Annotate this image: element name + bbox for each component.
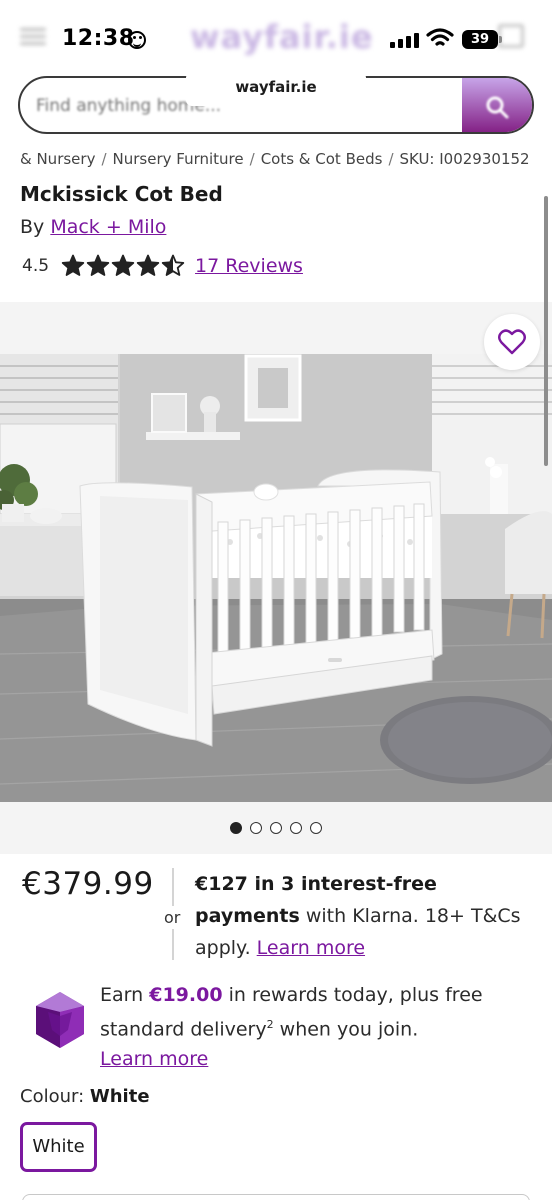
reviews-link[interactable]: 17 Reviews — [195, 255, 303, 277]
search-button[interactable] — [462, 78, 532, 132]
rewards-amount: €19.00 — [149, 984, 223, 1006]
rewards-footnote: 2 — [266, 1018, 274, 1031]
url-bar[interactable]: wayfair.ie — [186, 72, 366, 106]
gallery-dot[interactable] — [270, 822, 282, 834]
or-label: or — [164, 906, 181, 929]
wifi-icon — [426, 28, 454, 46]
scrollbar[interactable] — [544, 196, 548, 466]
gallery-dot[interactable] — [230, 822, 242, 834]
klarna-amount: €127 in 3 interest-free — [195, 873, 437, 895]
gallery-pagination — [230, 822, 322, 834]
rewards-learn-more-link[interactable]: Learn more — [100, 1048, 208, 1070]
breadcrumb-item[interactable]: Nursery Furniture — [113, 150, 244, 168]
smiley-icon — [128, 31, 146, 49]
gallery-dot[interactable] — [310, 822, 322, 834]
star-rating — [61, 254, 185, 278]
colour-label: Colour: White — [20, 1086, 150, 1107]
star-full-icon — [111, 254, 135, 276]
breadcrumb-item[interactable]: & Nursery — [20, 150, 95, 168]
by-label: By — [20, 216, 45, 238]
sku-label: SKU: I002930152 — [399, 150, 530, 168]
colour-option-white[interactable]: White — [20, 1122, 97, 1172]
signal-icon — [390, 32, 420, 48]
star-half-icon — [161, 254, 185, 276]
colour-label-text: Colour: — [20, 1086, 85, 1107]
star-full-icon — [136, 254, 160, 276]
breadcrumb: & Nursery / Nursery Furniture / Cots & Cot B… — [20, 150, 530, 168]
gallery-dot[interactable] — [250, 822, 262, 834]
klarna-payments: payments — [195, 905, 300, 927]
star-full-icon — [86, 254, 110, 276]
rewards-earn: Earn — [100, 984, 150, 1006]
breadcrumb-item[interactable]: Cots & Cot Beds — [261, 150, 383, 168]
brand-link[interactable]: Mack + Milo — [50, 216, 166, 238]
cart-icon[interactable] — [498, 24, 524, 48]
favorite-button[interactable] — [484, 314, 540, 370]
klarna-apply: apply. — [195, 937, 257, 959]
product-title: Mckissick Cot Bed — [20, 182, 223, 206]
rating-row: 4.5 17 Reviews — [22, 252, 303, 280]
brand-line: By Mack + Milo — [20, 216, 166, 238]
top-header: wayfair.ie 12:38 39 — [0, 0, 552, 82]
gallery-dot[interactable] — [290, 822, 302, 834]
battery-icon: 39 — [462, 30, 502, 49]
wayfair-logo[interactable]: wayfair.ie — [190, 18, 374, 56]
product-price: €379.99 — [22, 866, 154, 902]
rating-value: 4.5 — [22, 256, 50, 276]
search-icon — [486, 96, 509, 119]
rewards-text-end: when you join. — [273, 1018, 419, 1041]
colour-selected-value: White — [89, 1086, 150, 1107]
klarna-learn-more-link[interactable]: Learn more — [257, 937, 365, 959]
klarna-text: with Klarna. 18+ T&Cs — [299, 905, 521, 927]
next-section-edge — [22, 1194, 530, 1200]
product-image[interactable] — [0, 354, 552, 802]
heart-icon — [498, 329, 526, 355]
star-full-icon — [61, 254, 85, 276]
klarna-offer: €127 in 3 interest-free payments with Kl… — [195, 868, 535, 964]
rewards-gem-icon — [36, 992, 84, 1048]
menu-icon[interactable] — [20, 28, 46, 46]
status-time: 12:38 — [62, 26, 135, 51]
rewards-offer: Earn €19.00 in rewards today, plus free … — [100, 980, 530, 1074]
